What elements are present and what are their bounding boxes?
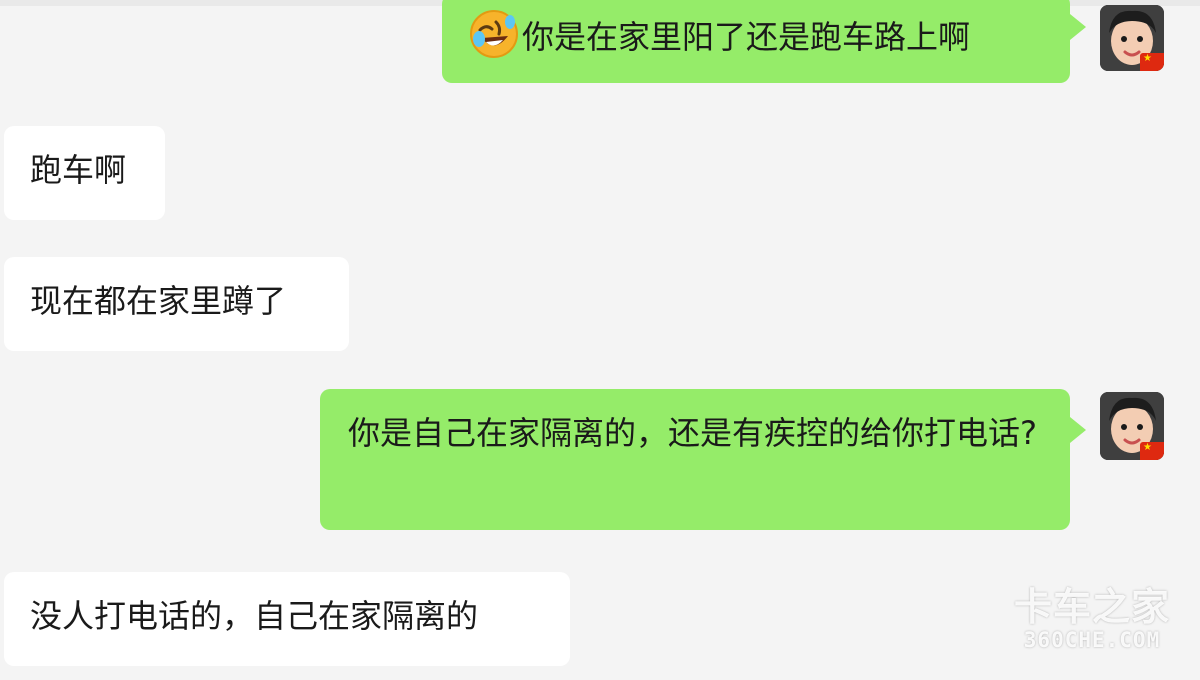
chat-window: 你是在家里阳了还是跑车路上啊 ★ 跑车啊 现在都在家里蹲了 你是自己在家隔离的，… bbox=[0, 0, 1200, 680]
message-bubble-sent[interactable]: 你是自己在家隔离的，还是有疾控的给你打电话? bbox=[320, 389, 1086, 530]
watermark-brand: 卡车之家 bbox=[1013, 587, 1170, 629]
message-text: 跑车啊 bbox=[30, 151, 127, 189]
message-bubble-received[interactable]: 现在都在家里蹲了 bbox=[4, 257, 349, 351]
message-text: 现在都在家里蹲了 bbox=[30, 282, 287, 320]
avatar[interactable]: ★ bbox=[1100, 392, 1164, 460]
message-text: 没人打电话的，自己在家隔离的 bbox=[30, 597, 479, 635]
watermark-site: 360CHE.COM bbox=[1023, 628, 1161, 652]
flag-icon: ★ bbox=[1140, 442, 1164, 460]
avatar[interactable]: ★ bbox=[1100, 5, 1164, 71]
message-bubble-received[interactable]: 没人打电话的，自己在家隔离的 bbox=[4, 572, 570, 666]
bubble-tail bbox=[1070, 14, 1086, 40]
rolling-on-floor-laughing-emoji bbox=[468, 8, 520, 60]
message-text: 你是在家里阳了还是跑车路上啊 bbox=[522, 18, 971, 56]
flag-icon: ★ bbox=[1140, 53, 1164, 71]
message-text: 你是自己在家隔离的，还是有疾控的给你打电话? bbox=[348, 414, 1037, 452]
message-bubble-received[interactable]: 跑车啊 bbox=[4, 126, 165, 220]
message-bubble-sent[interactable]: 你是在家里阳了还是跑车路上啊 bbox=[442, 0, 1086, 83]
bubble-tail bbox=[1070, 417, 1086, 443]
watermark: 卡车之家 360CHE.COM bbox=[1002, 588, 1182, 652]
